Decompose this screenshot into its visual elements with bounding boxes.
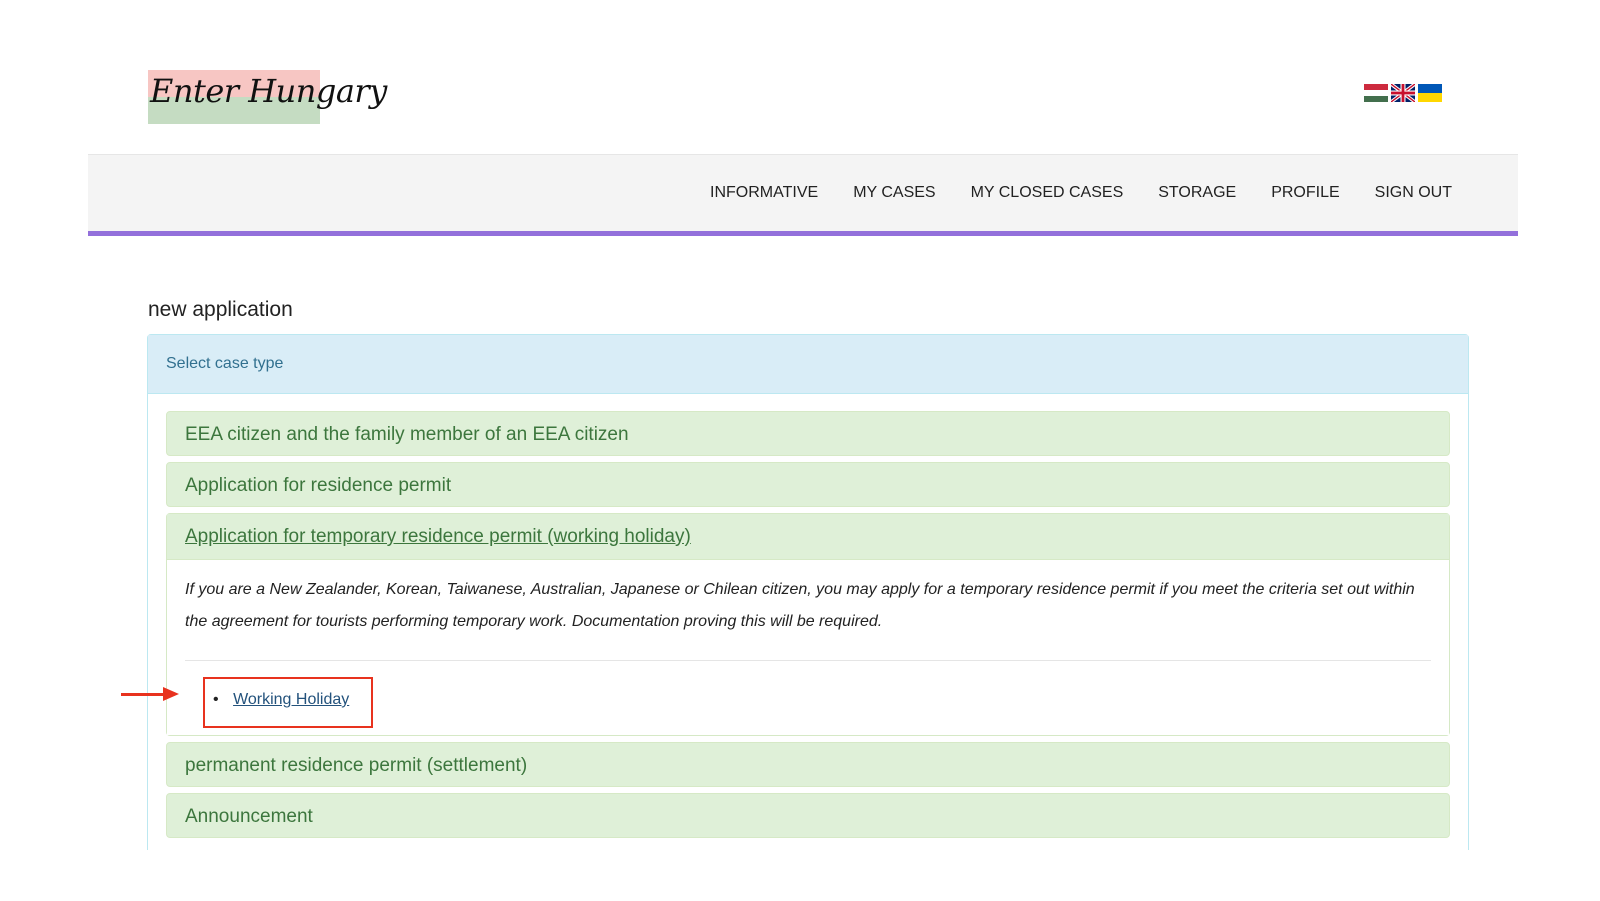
main-navbar: INFORMATIVE MY CASES MY CLOSED CASES STO… — [88, 154, 1518, 236]
case-type-panel: Select case type EEA citizen and the fam… — [147, 334, 1469, 850]
accordion-working-holiday-header[interactable]: Application for temporary residence perm… — [167, 514, 1449, 560]
accordion-permanent-residence[interactable]: permanent residence permit (settlement) — [166, 742, 1450, 787]
site-logo[interactable]: Enter Hungary — [148, 70, 387, 124]
panel-body: EEA citizen and the family member of an … — [148, 394, 1468, 838]
page-title: new application — [148, 298, 293, 321]
accordion-announcement[interactable]: Announcement — [166, 793, 1450, 838]
nav-item-my-cases[interactable]: MY CASES — [853, 184, 935, 202]
nav-item-my-closed-cases[interactable]: MY CLOSED CASES — [971, 184, 1124, 202]
nav-item-profile[interactable]: PROFILE — [1271, 184, 1339, 202]
nav-item-storage[interactable]: STORAGE — [1158, 184, 1236, 202]
nav-menu: INFORMATIVE MY CASES MY CLOSED CASES STO… — [710, 184, 1452, 202]
divider — [185, 660, 1431, 661]
case-description: If you are a New Zealander, Korean, Taiw… — [185, 581, 1415, 630]
accordion-eea-citizen[interactable]: EEA citizen and the family member of an … — [166, 411, 1450, 456]
annotation-highlight-box — [203, 677, 373, 728]
language-switcher — [1364, 84, 1442, 102]
panel-heading: Select case type — [148, 335, 1468, 394]
nav-item-informative[interactable]: INFORMATIVE — [710, 184, 818, 202]
annotation-arrow-icon — [121, 687, 179, 701]
accordion-residence-permit[interactable]: Application for residence permit — [166, 462, 1450, 507]
ukrainian-flag-icon[interactable] — [1418, 84, 1442, 102]
logo-text: Enter Hungary — [150, 72, 387, 110]
nav-item-sign-out[interactable]: SIGN OUT — [1375, 184, 1452, 202]
hungarian-flag-icon[interactable] — [1364, 84, 1388, 102]
english-flag-icon[interactable] — [1391, 84, 1415, 102]
